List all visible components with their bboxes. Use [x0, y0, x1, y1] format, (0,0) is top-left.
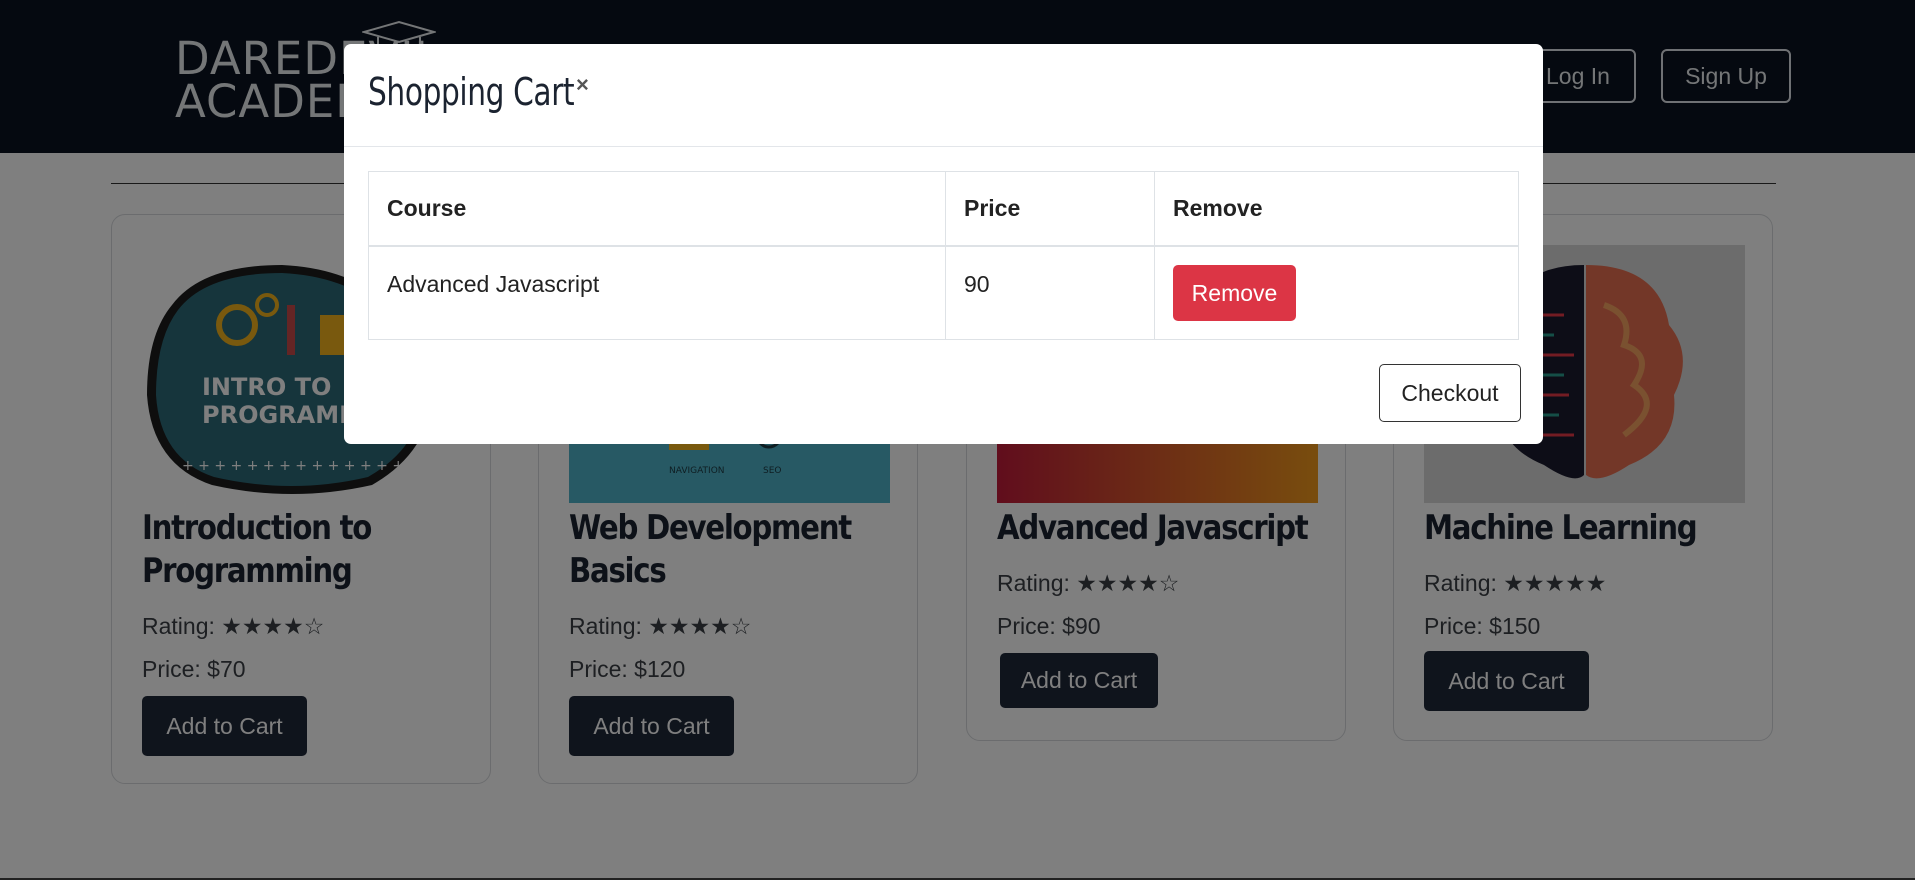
column-header-price: Price: [945, 171, 1155, 247]
cart-item-price: 90: [945, 245, 1155, 340]
modal-header: Shopping Cart ×: [344, 44, 1543, 147]
cart-item-remove-cell: Remove: [1154, 245, 1519, 340]
cart-item-course: Advanced Javascript: [368, 245, 946, 340]
table-header-row: Course Price Remove: [368, 171, 1519, 247]
remove-button[interactable]: Remove: [1173, 265, 1296, 321]
checkout-button[interactable]: Checkout: [1379, 364, 1521, 422]
shopping-cart-modal: Shopping Cart × Course Price Remove Adva…: [344, 44, 1543, 444]
close-icon[interactable]: ×: [576, 72, 589, 98]
column-header-remove: Remove: [1154, 171, 1519, 247]
modal-title: Shopping Cart: [368, 70, 575, 114]
cart-table: Course Price Remove Advanced Javascript …: [368, 171, 1519, 340]
table-row: Advanced Javascript 90 Remove: [368, 245, 1519, 340]
column-header-course: Course: [368, 171, 946, 247]
